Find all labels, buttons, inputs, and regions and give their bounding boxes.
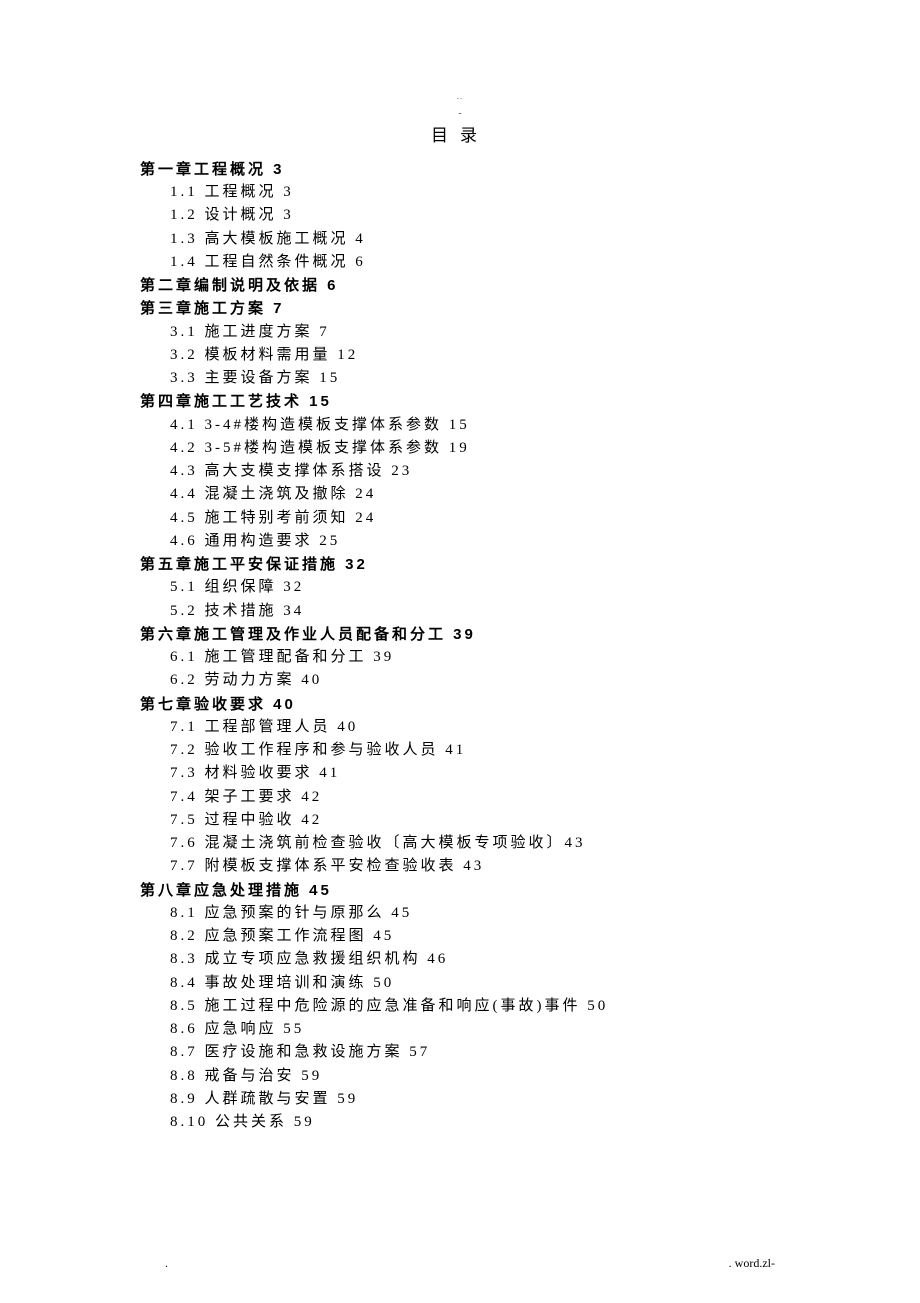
toc-section: 1.4 工程自然条件概况 6 <box>170 251 780 274</box>
toc-chapter: 第四章施工工艺技术 15 <box>140 390 780 413</box>
toc-section: 6.1 施工管理配备和分工 39 <box>170 646 780 669</box>
toc-section: 8.3 成立专项应急救援组织机构 46 <box>170 948 780 971</box>
toc-section: 8.2 应急预案工作流程图 45 <box>170 925 780 948</box>
toc-section: 1.3 高大模板施工概况 4 <box>170 228 780 251</box>
toc-chapter: 第八章应急处理措施 45 <box>140 879 780 902</box>
toc-section: 4.2 3-5#楼构造模板支撑体系参数 19 <box>170 437 780 460</box>
toc-section: 7.3 材料验收要求 41 <box>170 762 780 785</box>
toc-section: 7.6 混凝土浇筑前检查验收〔高大模板专项验收〕43 <box>170 832 780 855</box>
page-title: 目录 <box>140 123 780 149</box>
toc-section: 5.2 技术措施 34 <box>170 600 780 623</box>
toc-section: 4.3 高大支模支撑体系搭设 23 <box>170 460 780 483</box>
toc-section: 8.10 公共关系 59 <box>170 1111 780 1134</box>
toc-section: 6.2 劳动力方案 40 <box>170 669 780 692</box>
toc-section: 3.1 施工进度方案 7 <box>170 321 780 344</box>
toc-chapter: 第二章编制说明及依据 6 <box>140 274 780 297</box>
toc-section: 8.4 事故处理培训和演练 50 <box>170 972 780 995</box>
toc-chapter: 第三章施工方案 7 <box>140 297 780 320</box>
toc-section: 5.1 组织保障 32 <box>170 576 780 599</box>
toc-section: 8.9 人群疏散与安置 59 <box>170 1088 780 1111</box>
header-dots: .. <box>140 90 780 104</box>
header-dash: - <box>140 106 780 122</box>
toc-chapter: 第一章工程概况 3 <box>140 158 780 181</box>
toc-section: 8.1 应急预案的针与原那么 45 <box>170 902 780 925</box>
document-page: .. - 目录 第一章工程概况 31.1 工程概况 31.2 设计概况 31.3… <box>0 0 920 1303</box>
toc-section: 4.1 3-4#楼构造模板支撑体系参数 15 <box>170 414 780 437</box>
table-of-contents: 第一章工程概况 31.1 工程概况 31.2 设计概况 31.3 高大模板施工概… <box>140 158 780 1135</box>
toc-section: 4.5 施工特别考前须知 24 <box>170 507 780 530</box>
toc-section: 8.7 医疗设施和急救设施方案 57 <box>170 1041 780 1064</box>
toc-section: 1.1 工程概况 3 <box>170 181 780 204</box>
toc-section: 7.4 架子工要求 42 <box>170 786 780 809</box>
toc-section: 4.6 通用构造要求 25 <box>170 530 780 553</box>
toc-section: 8.8 戒备与治安 59 <box>170 1065 780 1088</box>
toc-section: 7.1 工程部管理人员 40 <box>170 716 780 739</box>
toc-section: 3.3 主要设备方案 15 <box>170 367 780 390</box>
toc-chapter: 第六章施工管理及作业人员配备和分工 39 <box>140 623 780 646</box>
toc-chapter: 第七章验收要求 40 <box>140 693 780 716</box>
toc-chapter: 第五章施工平安保证措施 32 <box>140 553 780 576</box>
footer-right: . word.zl- <box>729 1254 775 1273</box>
toc-section: 8.5 施工过程中危险源的应急准备和响应(事故)事件 50 <box>170 995 780 1018</box>
toc-section: 7.5 过程中验收 42 <box>170 809 780 832</box>
footer-left: . <box>165 1254 168 1273</box>
toc-section: 4.4 混凝土浇筑及撤除 24 <box>170 483 780 506</box>
toc-section: 1.2 设计概况 3 <box>170 204 780 227</box>
toc-section: 3.2 模板材料需用量 12 <box>170 344 780 367</box>
toc-section: 8.6 应急响应 55 <box>170 1018 780 1041</box>
toc-section: 7.7 附模板支撑体系平安检查验收表 43 <box>170 855 780 878</box>
toc-section: 7.2 验收工作程序和参与验收人员 41 <box>170 739 780 762</box>
